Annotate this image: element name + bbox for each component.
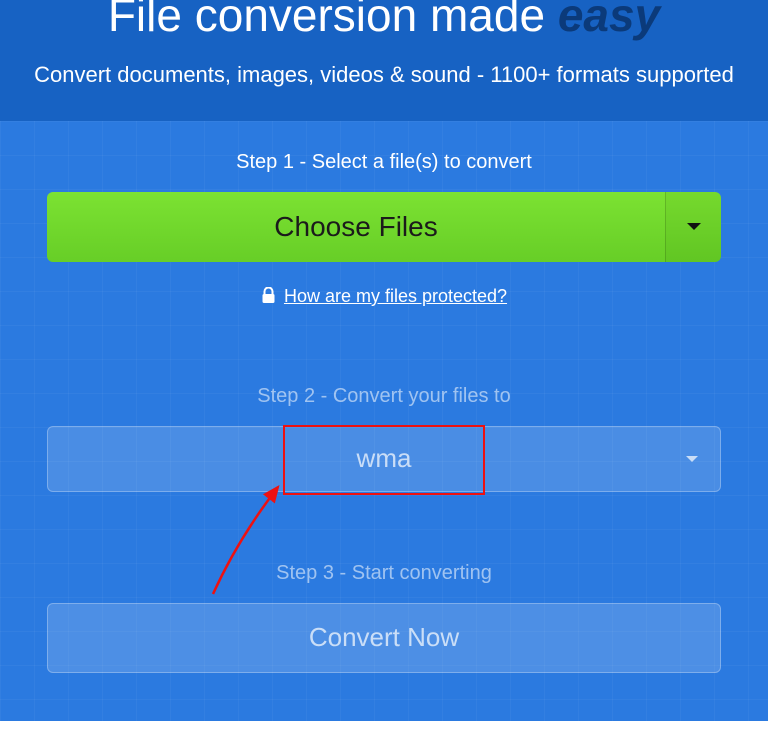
choose-files-dropdown[interactable]: [665, 192, 721, 262]
page-subtitle: Convert documents, images, videos & soun…: [30, 60, 738, 91]
steps-section: Step 1 - Select a file(s) to convert Cho…: [0, 121, 768, 721]
choose-files-button[interactable]: Choose Files: [47, 192, 665, 262]
convert-now-button[interactable]: Convert Now: [47, 603, 721, 673]
page-title: File conversion made easy: [30, 0, 738, 38]
protection-link[interactable]: How are my files protected?: [284, 286, 507, 306]
selected-format-text: wma: [357, 443, 412, 474]
title-emphasis: easy: [558, 0, 660, 41]
step2-label: Step 2 - Convert your files to: [47, 385, 721, 408]
choose-files-group: Choose Files: [47, 192, 721, 262]
step1-label: Step 1 - Select a file(s) to convert: [47, 151, 721, 174]
format-select[interactable]: wma: [47, 426, 721, 492]
convert-now-label: Convert Now: [309, 622, 459, 652]
protection-info: How are my files protected?: [47, 286, 721, 309]
hero-section: File conversion made easy Convert docume…: [0, 0, 768, 121]
choose-files-label: Choose Files: [274, 211, 437, 243]
chevron-down-icon: [686, 456, 698, 462]
chevron-down-icon: [687, 223, 701, 230]
title-main: File conversion made: [108, 0, 558, 41]
lock-icon: [261, 287, 276, 309]
step3-label: Step 3 - Start converting: [47, 562, 721, 585]
